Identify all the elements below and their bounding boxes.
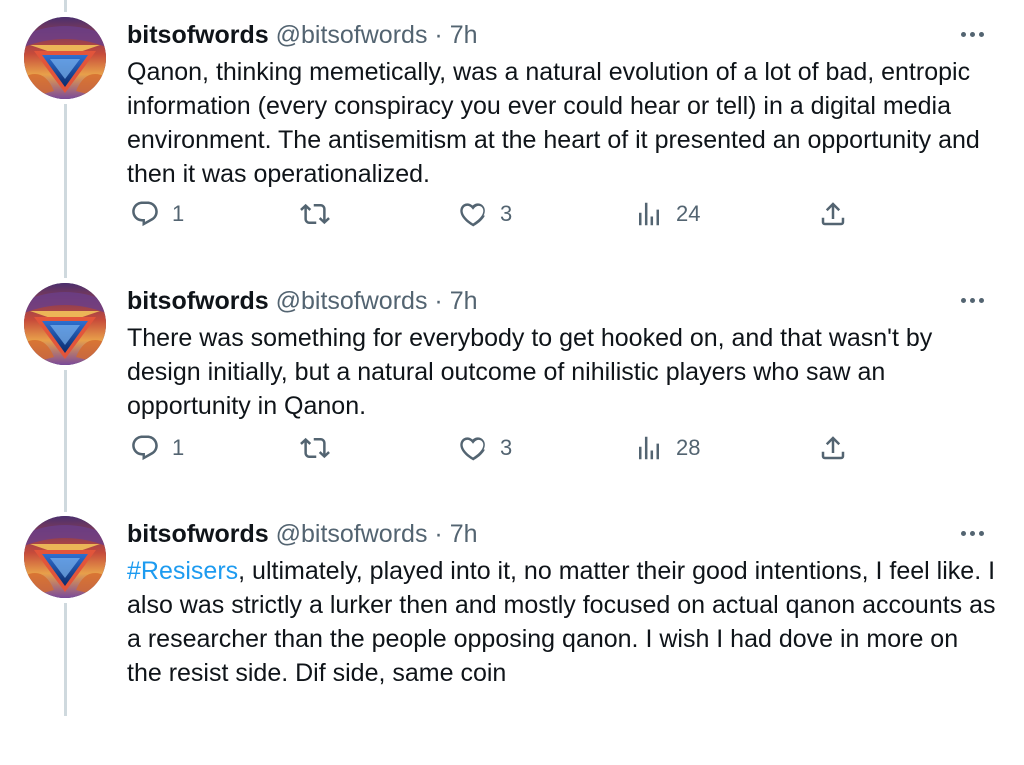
more-button[interactable]: [955, 288, 989, 312]
views-button[interactable]: 24: [634, 194, 700, 234]
view-count: 24: [676, 201, 701, 226]
views-icon: [634, 199, 664, 229]
display-name[interactable]: bitsofwords: [127, 287, 269, 315]
retweet-button[interactable]: [300, 194, 342, 234]
tweet-text: Qanon, thinking memetically, was a natur…: [127, 58, 980, 188]
heart-icon: [458, 199, 488, 229]
more-button[interactable]: [955, 521, 989, 545]
reply-button[interactable]: 1: [130, 194, 184, 234]
tweet[interactable]: bitsofwords @bitsofwords · 7h Qanon, thi…: [0, 0, 1024, 266]
timestamp[interactable]: 7h: [450, 287, 478, 315]
user-handle[interactable]: @bitsofwords: [276, 21, 428, 49]
reply-count: 1: [172, 435, 185, 460]
views-icon: [634, 433, 664, 463]
tweet-header: bitsofwords @bitsofwords · 7h: [127, 519, 478, 549]
like-count: 3: [500, 435, 513, 460]
tweet[interactable]: bitsofwords @bitsofwords · 7h #Resisers,…: [0, 499, 1024, 765]
separator: ·: [434, 287, 443, 315]
tweet-text: There was something for everybody to get…: [127, 324, 933, 420]
tweet-header: bitsofwords @bitsofwords · 7h: [127, 286, 478, 316]
retweet-icon: [300, 433, 330, 463]
display-name[interactable]: bitsofwords: [127, 520, 269, 548]
more-button[interactable]: [955, 22, 989, 46]
share-button[interactable]: [818, 428, 848, 468]
more-icon: [960, 530, 966, 536]
like-count: 3: [500, 201, 513, 226]
user-handle[interactable]: @bitsofwords: [276, 520, 428, 548]
more-icon: [960, 31, 966, 37]
tweet-text: #Resisers, ultimately, played into it, n…: [127, 554, 997, 690]
share-icon: [818, 199, 848, 229]
heart-icon: [458, 433, 488, 463]
reply-icon: [130, 199, 160, 229]
share-button[interactable]: [818, 194, 848, 234]
more-icon: [960, 297, 966, 303]
like-button[interactable]: 3: [458, 194, 512, 234]
separator: ·: [434, 520, 443, 548]
hashtag-link[interactable]: #Resisers: [127, 557, 238, 585]
avatar[interactable]: [24, 17, 106, 99]
user-handle[interactable]: @bitsofwords: [276, 287, 428, 315]
share-icon: [818, 433, 848, 463]
tweet-text-rest: , ultimately, played into it, no matter …: [127, 557, 996, 687]
retweet-button[interactable]: [300, 428, 342, 468]
views-button[interactable]: 28: [634, 428, 700, 468]
separator: ·: [434, 21, 443, 49]
tweet[interactable]: bitsofwords @bitsofwords · 7h There was …: [0, 266, 1024, 532]
tweet-header: bitsofwords @bitsofwords · 7h: [127, 20, 478, 50]
action-bar: 1 3 28: [0, 428, 1024, 468]
display-name[interactable]: bitsofwords: [127, 21, 269, 49]
view-count: 28: [676, 435, 701, 460]
avatar[interactable]: [24, 516, 106, 598]
like-button[interactable]: 3: [458, 428, 512, 468]
reply-button[interactable]: 1: [130, 428, 184, 468]
timestamp[interactable]: 7h: [450, 520, 478, 548]
reply-icon: [130, 433, 160, 463]
action-bar: 1 3 24: [0, 194, 1024, 234]
retweet-icon: [300, 199, 330, 229]
reply-count: 1: [172, 201, 185, 226]
timestamp[interactable]: 7h: [450, 21, 478, 49]
avatar[interactable]: [24, 283, 106, 365]
